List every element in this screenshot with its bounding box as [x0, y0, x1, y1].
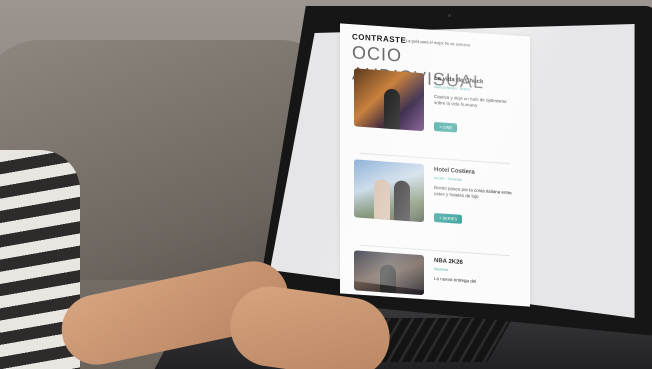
card-genre: Ciencia ficción · Drama: [434, 84, 471, 92]
card-thumbnail[interactable]: [354, 159, 424, 223]
photo-scene: CONTRASTE La guía para el mejor fin de s…: [0, 0, 652, 369]
card-description: Cautiva y deja un halo de optimismo sobr…: [434, 93, 507, 108]
content-card: La vida de Chuck Ciencia ficción · Drama…: [350, 68, 525, 158]
card-cta-button[interactable]: + SERIES: [434, 212, 463, 224]
card-title[interactable]: La vida de Chuck: [434, 76, 483, 85]
card-genre: Acción · Comedia: [434, 175, 462, 182]
card-thumbnail[interactable]: [354, 250, 424, 296]
card-cta-button[interactable]: + CINE: [434, 121, 458, 133]
person-figure: [394, 180, 410, 222]
newsletter-page: CONTRASTE La guía para el mejor fin de s…: [340, 23, 530, 307]
person-figure: [380, 264, 396, 294]
person-figure: [384, 88, 400, 130]
content-card: Hotel Costiera Acción · Comedia Bonito p…: [350, 159, 525, 249]
card-description: Bonito paseo por la costa italiana entre…: [434, 184, 512, 200]
card-thumbnail[interactable]: [354, 68, 424, 132]
person-figure: [374, 178, 390, 220]
card-description: La nueva entrega del: [434, 275, 477, 284]
card-genre: Deportes: [434, 266, 449, 272]
card-title[interactable]: Hotel Costiera: [434, 167, 475, 176]
card-title[interactable]: NBA 2K26: [434, 258, 463, 266]
webcam-icon: [448, 14, 451, 17]
